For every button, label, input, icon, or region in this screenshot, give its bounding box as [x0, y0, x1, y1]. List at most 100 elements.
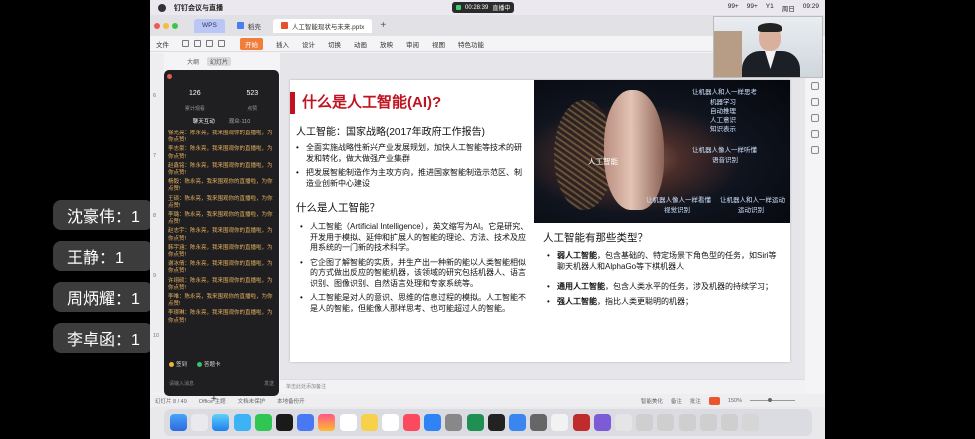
preview-icon[interactable] — [614, 414, 632, 431]
stat-value: 523 — [246, 90, 259, 97]
slide-canvas: 什么是人工智能(AI)? 人工智能：国家战略(2017年政府工作报告) 全面实施… — [280, 53, 805, 379]
undo-icon[interactable] — [206, 40, 213, 47]
bullet-item: 全面实施战略性新兴产业发展规划，加快人工智能等技术的研发和转化，做大做强产业集群 — [296, 143, 528, 164]
chat-message: 谢冰倩：陈永亮，我来围观你的直播啦，为你点赞! — [168, 261, 273, 275]
close-window-icon[interactable] — [154, 22, 160, 29]
answer-card-button[interactable]: 答题卡 — [197, 360, 221, 368]
tab-outline[interactable]: 大纲 — [187, 57, 199, 66]
utility-icon[interactable] — [530, 414, 548, 431]
property-icon[interactable] — [811, 82, 819, 90]
live-status: 直播中 — [492, 6, 511, 12]
image-group-title: 让机器人和人一样思考 — [692, 89, 757, 96]
checkin-button[interactable]: 签到 — [169, 360, 187, 368]
vscode-icon[interactable] — [509, 414, 526, 431]
safari-icon[interactable] — [212, 414, 230, 431]
menu-review[interactable]: 审阅 — [406, 39, 419, 49]
system-preferences-icon[interactable] — [445, 414, 463, 431]
redo-icon[interactable] — [218, 40, 225, 47]
viewer-name-pill: 李卓函：1 — [53, 323, 153, 353]
zoom-level[interactable]: 150% — [728, 398, 742, 404]
tab-chat[interactable]: 聊天互动 — [193, 117, 215, 125]
appstore-icon[interactable] — [424, 414, 442, 431]
save-icon[interactable] — [182, 40, 189, 47]
wechat-icon[interactable] — [254, 414, 272, 431]
pdf-icon[interactable] — [572, 414, 590, 431]
reminders-icon[interactable] — [381, 414, 399, 431]
local-backup[interactable]: 本地备份开 — [277, 397, 305, 405]
chat-message: 韩宇涵：陈永亮，我来围观你的直播啦，为你点赞! — [168, 244, 273, 259]
settings-icon[interactable] — [811, 146, 819, 154]
play-slideshow-icon[interactable] — [708, 396, 720, 405]
menu-slideshow[interactable]: 放映 — [380, 39, 393, 49]
chat-message: 李璐：陈永亮，我来围观你的直播啦，为你点赞! — [168, 212, 273, 226]
menu-view[interactable]: 视图 — [432, 39, 445, 49]
document-thumb-icon[interactable] — [678, 414, 696, 431]
terminal-icon[interactable] — [487, 414, 505, 431]
menu-features[interactable]: 特色功能 — [458, 39, 484, 49]
menu-home[interactable]: 开始 — [240, 37, 263, 50]
close-panel-icon[interactable] — [167, 74, 172, 79]
notes-toggle[interactable]: 备注 — [671, 397, 682, 405]
notes-icon[interactable] — [360, 414, 378, 431]
tab-document[interactable]: 人工智能现状与未来.pptx — [272, 18, 373, 33]
tab-audience[interactable]: 观众·110 — [229, 117, 251, 125]
live-indicator[interactable]: 00:28:39 直播中 — [452, 2, 515, 13]
tab-label: 稻壳 — [247, 23, 261, 31]
tab-wps-home[interactable]: WPS — [194, 18, 225, 33]
pycharm-icon[interactable] — [466, 414, 484, 431]
doc-protect[interactable]: 文档未保护 — [238, 397, 266, 405]
bullet-item: 人工智能（Artificial Intelligence），英文缩写为AI。它是… — [300, 222, 530, 254]
dingtalk-icon[interactable] — [297, 414, 315, 431]
menu-transition[interactable]: 切换 — [328, 39, 341, 49]
image-center-label: 人工智能 — [588, 157, 618, 166]
smart-beautify-button[interactable]: 智能美化 — [641, 397, 663, 405]
wechat-badge[interactable]: 99+ — [747, 3, 758, 13]
bullet-item: 它企图了解智能的实质，并生产出一种新的能以人类智能相似的方式做出反应的智能机器，… — [300, 258, 530, 290]
apple-icon[interactable] — [158, 3, 166, 12]
chat-input[interactable]: 请输入消息 — [169, 380, 194, 387]
stat-label: 累计观看 — [184, 106, 205, 112]
menubar-clock[interactable]: 09:29 — [803, 3, 819, 13]
wps-icon[interactable] — [551, 414, 569, 431]
comments-toggle[interactable]: 批注 — [690, 397, 701, 405]
input-method[interactable]: Y1 — [766, 3, 774, 13]
chat-message: 徐光亮：陈永亮，我来围观你的直播啦，为你点赞! — [168, 130, 273, 144]
trash-icon[interactable] — [742, 414, 760, 431]
presenter-camera[interactable] — [713, 16, 823, 78]
document-thumb-icon[interactable] — [657, 414, 675, 431]
ai-type-desc: ，包含人类水平的任务，涉及机器的持续学习； — [605, 282, 773, 291]
menu-file[interactable]: 文件 — [156, 39, 169, 49]
finder-icon[interactable] — [170, 414, 187, 431]
minimize-window-icon[interactable] — [163, 22, 169, 29]
history-icon[interactable] — [811, 98, 819, 106]
menu-design[interactable]: 设计 — [302, 39, 315, 49]
calendar-icon[interactable] — [339, 414, 357, 431]
maximize-window-icon[interactable] — [172, 22, 178, 29]
types-heading: 人工智能有那些类型？ — [543, 232, 648, 244]
zoom-slider[interactable] — [750, 398, 795, 402]
document-thumb-icon[interactable] — [636, 414, 654, 431]
tab-slides[interactable]: 幻灯片 — [207, 57, 232, 66]
document-thumb-icon[interactable] — [720, 414, 738, 431]
send-button[interactable]: 发送 — [264, 380, 274, 387]
menu-insert[interactable]: 插入 — [276, 39, 289, 49]
mail-icon[interactable] — [233, 414, 251, 431]
share-icon[interactable] — [811, 130, 819, 138]
app-icon[interactable] — [593, 414, 611, 431]
launchpad-icon[interactable] — [191, 414, 209, 431]
photos-icon[interactable] — [318, 414, 336, 431]
notes-area[interactable]: 单击此处添加备注 — [280, 379, 805, 394]
current-slide[interactable]: 什么是人工智能(AI)? 人工智能：国家战略(2017年政府工作报告) 全面实施… — [290, 80, 790, 362]
notification-badge[interactable]: 99+ — [728, 3, 739, 13]
active-app-name[interactable]: 钉钉会议与直播 — [174, 3, 223, 13]
print-icon[interactable] — [194, 40, 201, 47]
animation-icon[interactable] — [811, 114, 819, 122]
chat-actions: 签到 答题卡 — [169, 360, 221, 368]
qq-icon[interactable] — [275, 414, 293, 431]
status-bar-right: 智能美化 备注 批注 150% — [641, 396, 795, 405]
music-icon[interactable] — [403, 414, 421, 431]
tab-docer[interactable]: 稻壳 — [229, 19, 269, 33]
new-tab-button[interactable]: + — [380, 20, 386, 31]
menu-animation[interactable]: 动画 — [354, 39, 367, 49]
document-thumb-icon[interactable] — [699, 414, 717, 431]
